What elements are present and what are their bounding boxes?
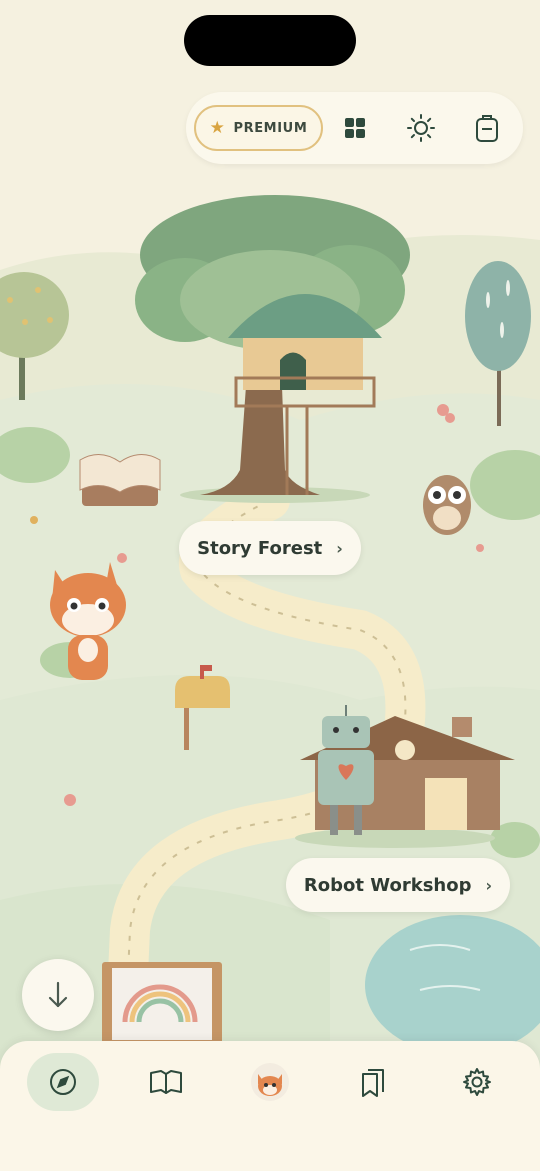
compass-icon bbox=[50, 1069, 76, 1095]
fox-avatar bbox=[251, 1063, 289, 1101]
premium-button[interactable]: ★ PREMIUM bbox=[194, 105, 323, 151]
owl bbox=[423, 475, 471, 535]
nav-bookmarks[interactable] bbox=[337, 1053, 409, 1111]
rainbow-easel bbox=[102, 962, 222, 1046]
nav-stories[interactable] bbox=[130, 1053, 202, 1111]
location-label: Story Forest bbox=[197, 537, 323, 559]
arrow-down-icon bbox=[48, 981, 68, 1008]
backpack-icon[interactable] bbox=[471, 112, 503, 144]
premium-label: PREMIUM bbox=[233, 120, 308, 136]
grid-icon[interactable] bbox=[339, 112, 371, 144]
book-on-stump bbox=[79, 454, 161, 506]
nav-settings[interactable] bbox=[441, 1053, 513, 1111]
top-toolbar: ★ PREMIUM bbox=[186, 92, 523, 164]
star-icon: ★ bbox=[209, 117, 226, 138]
chevron-right-icon: › bbox=[485, 875, 493, 895]
location-robot-workshop[interactable]: Robot Workshop › bbox=[286, 858, 510, 912]
bottom-navigation bbox=[0, 1041, 540, 1171]
open-book-icon bbox=[150, 1070, 182, 1094]
nav-explore[interactable] bbox=[27, 1053, 99, 1111]
location-label: Robot Workshop bbox=[303, 874, 472, 896]
gear-icon bbox=[463, 1068, 491, 1096]
location-story-forest[interactable]: Story Forest › bbox=[179, 521, 361, 575]
bookmarks-icon bbox=[362, 1069, 384, 1097]
chevron-right-icon: › bbox=[336, 538, 343, 558]
sun-icon[interactable] bbox=[405, 112, 437, 144]
nav-profile[interactable] bbox=[234, 1053, 306, 1111]
scroll-down-button[interactable] bbox=[22, 959, 94, 1031]
camera-notch bbox=[184, 15, 356, 66]
